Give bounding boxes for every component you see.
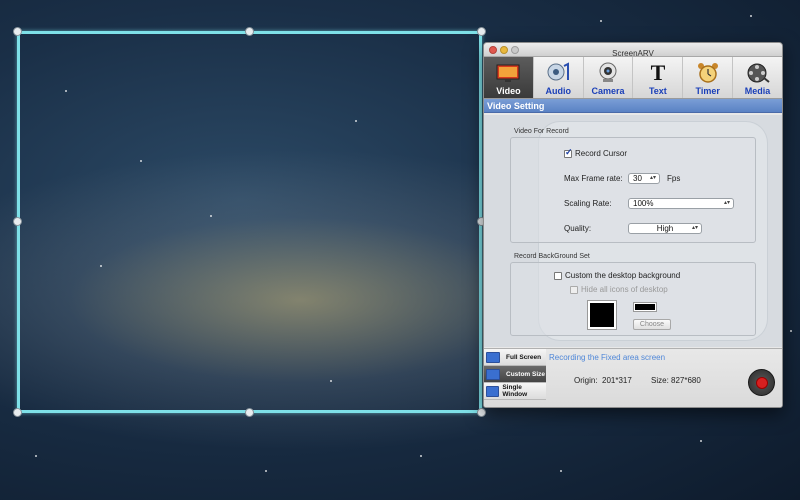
record-button[interactable] (748, 369, 775, 396)
quality-select[interactable]: High ▴▾ (628, 223, 702, 234)
custom-desktop-label: Custom the desktop background (565, 271, 681, 280)
mode-full-screen[interactable]: Full Screen (484, 349, 546, 366)
scaling-rate-label: Scaling Rate: (564, 199, 612, 208)
size-value: 827*680 (671, 376, 701, 385)
custom-desktop-checkbox[interactable] (554, 272, 562, 280)
frame-rate-label: Max Frame rate: (564, 174, 623, 183)
video-icon (495, 61, 521, 85)
settings-panel: Video For Record Record Cursor Max Frame… (484, 115, 782, 347)
mode-label: Custom Size (506, 370, 546, 378)
text-icon: T (645, 61, 671, 85)
capture-area-rectangle[interactable] (17, 31, 482, 413)
origin-label: Origin: (574, 376, 598, 385)
record-cursor-checkbox[interactable] (564, 147, 573, 158)
tab-timer[interactable]: Timer (683, 57, 734, 98)
record-cursor-label: Record Cursor (575, 149, 628, 158)
capture-mode-bar: Full Screen Custom Size Single Window Re… (484, 348, 782, 407)
status-message: Recording the Fixed area screen (549, 353, 666, 362)
chevron-updown-icon: ▴▾ (691, 225, 698, 231)
resize-handle-top[interactable] (245, 27, 254, 36)
timer-icon (695, 61, 721, 85)
tab-audio[interactable]: Audio (534, 57, 584, 98)
toolbar: Video Audio Camera T Text Timer Media (484, 57, 782, 99)
tab-label: Timer (695, 86, 720, 96)
frame-rate-unit: Fps (667, 174, 681, 183)
zoom-button[interactable] (511, 46, 519, 54)
single-window-icon (486, 385, 500, 397)
tab-label: Text (648, 86, 667, 96)
resize-handle-top-right[interactable] (477, 27, 486, 36)
custom-size-icon (486, 368, 500, 380)
record-icon (755, 376, 768, 389)
scaling-rate-select[interactable]: 100% ▴▾ (628, 198, 734, 209)
section-header: Video Setting (484, 99, 782, 113)
mode-label: Single Window (502, 384, 528, 398)
minimize-button[interactable] (500, 46, 508, 54)
quality-value: High (656, 224, 674, 233)
tab-label: Video (496, 86, 521, 96)
resize-handle-bottom-right[interactable] (477, 408, 486, 417)
tab-camera[interactable]: Camera (584, 57, 634, 98)
frame-rate-stepper[interactable]: 30 ▴▾ (628, 173, 660, 184)
tab-label: Audio (545, 86, 571, 96)
screenarv-window: ScreenARV Video Audio Camera T Text Time… (483, 42, 783, 408)
camera-icon (595, 61, 621, 85)
media-icon (745, 61, 771, 85)
quality-label: Quality: (564, 224, 592, 233)
background-color-swatch[interactable] (588, 301, 616, 329)
resize-handle-left[interactable] (13, 217, 22, 226)
resize-handle-bottom-left[interactable] (13, 408, 22, 417)
tab-label: Media (744, 86, 771, 96)
stepper-arrows-icon: ▴▾ (649, 175, 656, 181)
size-label: Size: (651, 376, 669, 385)
full-screen-icon (486, 351, 500, 363)
choose-button[interactable]: Choose (633, 319, 671, 330)
tab-label: Camera (591, 86, 625, 96)
frame-rate-value: 30 (633, 174, 642, 183)
mode-label: Full Screen (506, 353, 542, 361)
mode-single-window[interactable]: Single Window (484, 383, 546, 400)
hide-icons-label: Hide all icons of desktop (581, 285, 668, 294)
hide-icons-checkbox[interactable] (570, 286, 578, 294)
svg-text:T: T (651, 62, 666, 84)
title-bar[interactable]: ScreenARV (484, 43, 782, 58)
tab-video[interactable]: Video (484, 57, 534, 98)
tab-text[interactable]: T Text (633, 57, 684, 98)
color-preview-swatch (634, 303, 656, 311)
resize-handle-bottom[interactable] (245, 408, 254, 417)
audio-icon (545, 61, 571, 85)
chevron-updown-icon: ▴▾ (723, 200, 730, 206)
group-label-background: Record BackGround Set (514, 253, 590, 260)
mode-custom-size[interactable]: Custom Size (484, 366, 546, 383)
resize-handle-top-left[interactable] (13, 27, 22, 36)
close-button[interactable] (489, 46, 497, 54)
tab-media[interactable]: Media (733, 57, 782, 98)
scaling-rate-value: 100% (633, 199, 654, 208)
group-label-video-record: Video For Record (514, 128, 569, 135)
origin-value: 201*317 (602, 376, 632, 385)
